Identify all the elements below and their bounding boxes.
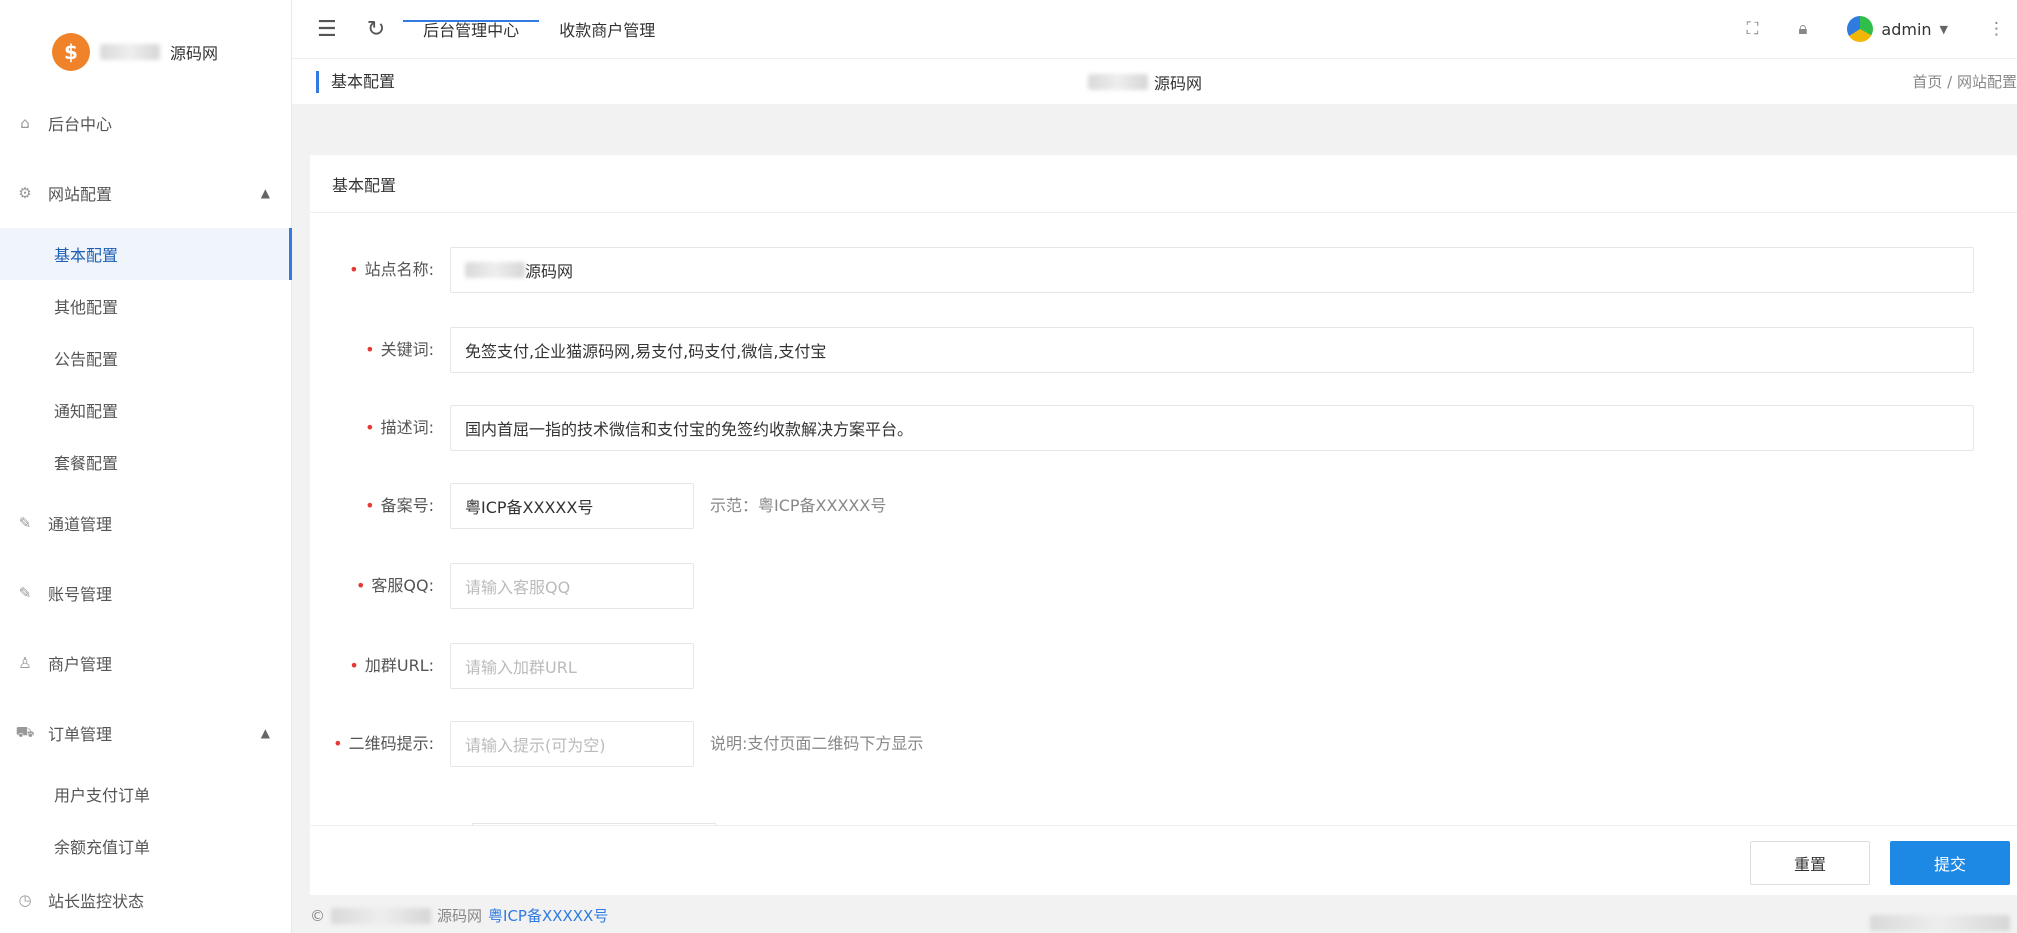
sidebar-item-website-config[interactable]: ⚙ 网站配置 ▲ xyxy=(0,158,292,228)
site-title-text: 源码网 xyxy=(1154,73,1203,93)
menu-toggle-icon[interactable]: ☰ xyxy=(317,17,337,42)
sidebar-item-label: 通道管理 xyxy=(48,515,113,534)
field-group-url: • 加群URL: 请输入加群URL xyxy=(310,643,694,689)
sidebar-subitem-recharge-orders[interactable]: 余额充值订单 xyxy=(0,820,292,872)
keywords-input[interactable]: 免签支付,企业猫源码网,易支付,码支付,微信,支付宝 xyxy=(450,327,1974,373)
description-input[interactable]: 国内首屈一指的技术微信和支付宝的免签约收款解决方案平台。 xyxy=(450,405,1974,451)
sidebar-item-channel[interactable]: ✎ 通道管理 xyxy=(0,488,292,558)
panel-title: 基本配置 xyxy=(310,155,2017,213)
field-qrcode-tip: • 二维码提示: 请输入提示(可为空) 说明:支付页面二维码下方显示 xyxy=(310,721,923,767)
sidebar-subitem-notice-config[interactable]: 公告配置 xyxy=(0,332,292,384)
caret-up-icon: ▲ xyxy=(260,186,270,200)
sidebar-item-label: 订单管理 xyxy=(48,725,113,744)
sidebar-item-account[interactable]: ✎ 账号管理 xyxy=(0,558,292,628)
site-title: 源码网 xyxy=(1088,70,1202,94)
tab-merchant-management[interactable]: 收款商户管理 xyxy=(539,0,675,58)
redacted-text xyxy=(465,262,525,278)
lock-icon[interactable]: 🔒︎ xyxy=(1798,19,1807,39)
header-actions: ⛶ 🔒︎ admin ▼ ⋮ xyxy=(1746,0,2017,58)
brand-icon: $ xyxy=(52,33,90,71)
field-label: • 关键词: xyxy=(365,340,434,359)
icp-hint: 示范：粤ICP备XXXXX号 xyxy=(710,496,887,515)
form-actions: 重置 提交 xyxy=(310,825,2017,895)
sidebar-item-merchant[interactable]: ♙ 商户管理 xyxy=(0,628,292,698)
redacted-text xyxy=(331,907,431,924)
sidebar-item-dashboard[interactable]: ⌂ 后台中心 xyxy=(0,88,292,158)
submit-button[interactable]: 提交 xyxy=(1890,841,2010,885)
sidebar-item-orders[interactable]: ⛟ 订单管理 ▲ xyxy=(0,698,292,768)
sidebar-item-label: 商户管理 xyxy=(48,655,113,674)
redacted-text xyxy=(1088,73,1148,90)
page-title: 基本配置 xyxy=(316,70,395,93)
field-qq: • 客服QQ: 请输入客服QQ xyxy=(310,563,694,609)
field-icp: • 备案号: 粤ICP备XXXXX号 示范：粤ICP备XXXXX号 xyxy=(310,483,886,529)
top-toolbar: ☰ ↻ 后台管理中心 收款商户管理 ⛶ 🔒︎ admin ▼ ⋮ xyxy=(292,0,2017,58)
avatar xyxy=(1847,16,1874,42)
home-icon: ⌂ xyxy=(20,114,30,132)
footer-site-name: 源码网 xyxy=(437,907,483,925)
sidebar-subitem-basic-config[interactable]: 基本配置 xyxy=(0,228,292,280)
sidebar-item-monitor[interactable]: ◷ 站长监控状态 xyxy=(0,872,292,928)
qrcode-tip-hint: 说明:支付页面二维码下方显示 xyxy=(710,734,924,753)
icp-input[interactable]: 粤ICP备XXXXX号 xyxy=(450,483,694,529)
tab-admin-center[interactable]: 后台管理中心 xyxy=(403,0,540,58)
qq-input[interactable]: 请输入客服QQ xyxy=(450,563,694,609)
copyright: © 源码网 粤ICP备XXXXX号 xyxy=(310,905,608,926)
sidebar-subitem-user-orders[interactable]: 用户支付订单 xyxy=(0,768,292,820)
tab-label: 后台管理中心 xyxy=(423,21,520,40)
edit-icon: ✎ xyxy=(18,514,32,532)
edit-icon: ✎ xyxy=(18,584,32,602)
user-name: admin xyxy=(1881,19,1932,39)
config-panel: 基本配置 • 站点名称: 源码网 • 关键词: 免签支付,企业猫源码网,易支付,码支… xyxy=(310,155,2017,827)
redacted-text xyxy=(1870,915,2010,931)
reset-button[interactable]: 重置 xyxy=(1750,841,1870,885)
breadcrumb-bar: 基本配置 源码网 首页 / 网站配置 xyxy=(292,58,2017,104)
field-description: • 描述词: 国内首屈一指的技术微信和支付宝的免签约收款解决方案平台。 xyxy=(310,405,1974,451)
qrcode-tip-input[interactable]: 请输入提示(可为空) xyxy=(450,721,694,767)
refresh-icon[interactable]: ↻ xyxy=(367,17,385,42)
user-icon: ♙ xyxy=(18,654,32,672)
header: ☰ ↻ 后台管理中心 收款商户管理 ⛶ 🔒︎ admin ▼ ⋮ 基本配置 源码… xyxy=(292,0,2017,104)
copyright-symbol: © xyxy=(310,906,325,925)
tab-label: 收款商户管理 xyxy=(559,21,656,40)
redacted-text xyxy=(100,44,160,60)
more-icon[interactable]: ⋮ xyxy=(1988,19,2005,39)
field-label: • 加群URL: xyxy=(349,656,434,675)
field-label: • 描述词: xyxy=(365,418,434,437)
field-label: • 站点名称: xyxy=(349,260,434,279)
chevron-down-icon: ▼ xyxy=(1939,22,1948,36)
brand-name: 源码网 xyxy=(170,44,219,63)
field-site-name: • 站点名称: 源码网 xyxy=(310,247,1974,293)
field-label: • 客服QQ: xyxy=(355,576,434,595)
sidebar-item-label: 后台中心 xyxy=(48,115,113,134)
cart-icon: ⛟ xyxy=(15,723,35,741)
fullscreen-icon[interactable]: ⛶ xyxy=(1746,19,1758,39)
site-name-value: 源码网 xyxy=(525,262,574,281)
clock-icon: ◷ xyxy=(18,891,32,909)
caret-up-icon: ▲ xyxy=(260,726,270,740)
sidebar: $ 源码网 ⌂ 后台中心 ⚙ 网站配置 ▲ 基本配置 其他配置 公告配置 通知配… xyxy=(0,0,292,933)
site-name-input[interactable]: 源码网 xyxy=(450,247,1974,293)
sidebar-item-label: 网站配置 xyxy=(48,185,113,204)
sidebar-item-label: 站长监控状态 xyxy=(48,892,145,911)
group-url-input[interactable]: 请输入加群URL xyxy=(450,643,694,689)
user-menu[interactable]: admin ▼ xyxy=(1847,16,1948,42)
field-label: • 备案号: xyxy=(365,496,434,515)
icp-link[interactable]: 粤ICP备XXXXX号 xyxy=(488,905,608,926)
field-keywords: • 关键词: 免签支付,企业猫源码网,易支付,码支付,微信,支付宝 xyxy=(310,327,1974,373)
field-label: • 二维码提示: xyxy=(333,734,434,753)
sidebar-subitem-other-config[interactable]: 其他配置 xyxy=(0,280,292,332)
breadcrumb[interactable]: 首页 / 网站配置 xyxy=(1912,71,2017,92)
sidebar-subitem-notify-config[interactable]: 通知配置 xyxy=(0,384,292,436)
gear-icon: ⚙ xyxy=(18,184,32,202)
sidebar-subitem-package-config[interactable]: 套餐配置 xyxy=(0,436,292,488)
sidebar-item-label: 账号管理 xyxy=(48,585,113,604)
